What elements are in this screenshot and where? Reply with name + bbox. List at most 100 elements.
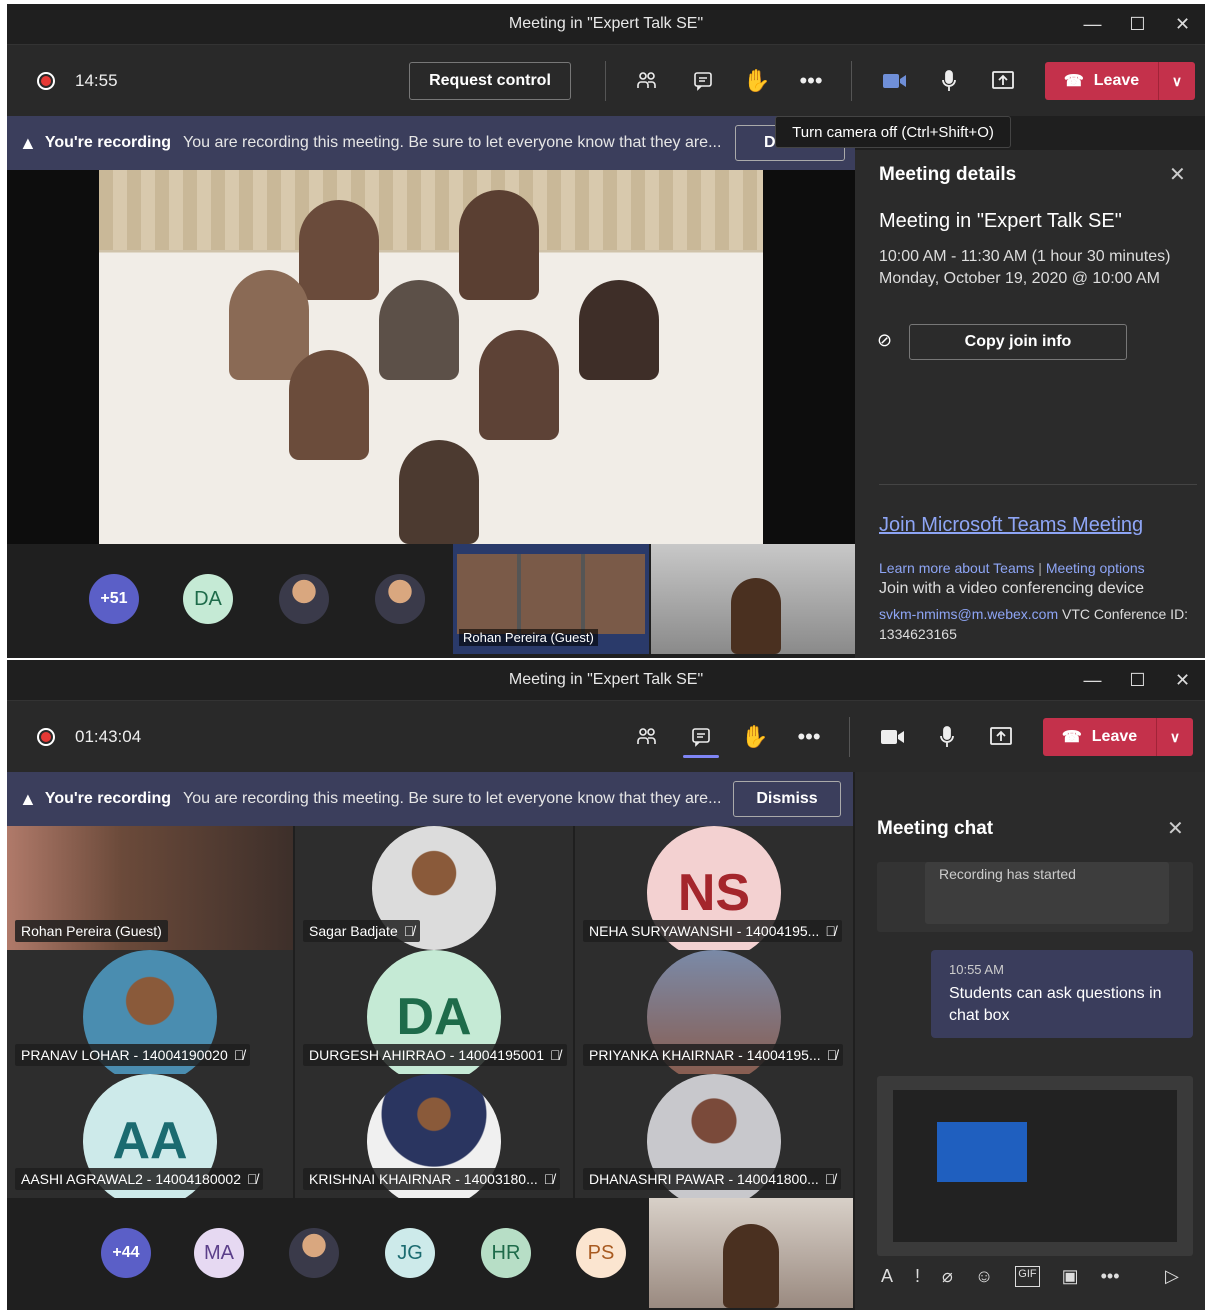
close-icon[interactable]: ✕ bbox=[1167, 816, 1184, 841]
raise-hand-icon[interactable]: ✋ bbox=[741, 65, 773, 97]
title-bar: Meeting in "Expert Talk SE" — ☐ ✕ bbox=[7, 660, 1205, 700]
avatar[interactable]: PS bbox=[576, 1228, 626, 1278]
format-icon[interactable]: A bbox=[881, 1266, 893, 1287]
screen-share-tile[interactable]: Rohan Pereira (Guest) bbox=[453, 544, 649, 654]
attach-icon[interactable]: ⌀ bbox=[942, 1266, 953, 1287]
close-icon[interactable]: ✕ bbox=[1160, 660, 1205, 700]
warning-icon: ▲ bbox=[19, 788, 37, 809]
meeting-toolbar: 01:43:04 ✋ ••• ☎ Leave ∨ bbox=[7, 700, 1205, 772]
more-options-icon[interactable]: ••• bbox=[793, 721, 825, 753]
join-teams-link[interactable]: Join Microsoft Teams Meeting bbox=[879, 514, 1143, 537]
more-options-icon[interactable]: ••• bbox=[795, 65, 827, 97]
participant-seat bbox=[459, 190, 539, 300]
chat-icon[interactable] bbox=[687, 65, 719, 97]
participants-icon[interactable] bbox=[631, 721, 663, 753]
webex-email-link[interactable]: svkm-nmims@m.webex.com bbox=[879, 606, 1058, 622]
video-tile[interactable]: KRISHNAI KHAIRNAR - 14003180... 🎙̸ bbox=[295, 1074, 573, 1198]
video-tile[interactable]: PRANAV LOHAR - 14004190020 🎙̸ bbox=[7, 950, 293, 1074]
window-title: Meeting in "Expert Talk SE" bbox=[508, 671, 704, 688]
leave-button[interactable]: ☎ Leave ∨ bbox=[1043, 718, 1193, 756]
gif-icon[interactable]: GIF bbox=[1015, 1266, 1040, 1287]
title-bar: Meeting in "Expert Talk SE" — ☐ ✕ bbox=[7, 4, 1205, 44]
participant-seat bbox=[229, 270, 309, 380]
compose-toolbar: A ! ⌀ ☺ GIF ▣ ••• bbox=[881, 1266, 1120, 1287]
learn-more-link[interactable]: Learn more about Teams bbox=[879, 560, 1034, 576]
sticker-icon[interactable]: ▣ bbox=[1062, 1266, 1079, 1287]
participant-seat bbox=[479, 330, 559, 440]
important-icon[interactable]: ! bbox=[915, 1266, 920, 1287]
teams-window-chat: Meeting in "Expert Talk SE" — ☐ ✕ 01:43:… bbox=[7, 660, 1205, 1310]
camera-tooltip: Turn camera off (Ctrl+Shift+O) bbox=[775, 116, 1011, 148]
raise-hand-icon[interactable]: ✋ bbox=[739, 721, 771, 753]
leave-button[interactable]: ☎ Leave ∨ bbox=[1045, 62, 1195, 100]
video-tile[interactable]: Sagar Badjate 🎙̸ bbox=[295, 826, 573, 950]
participants-icon[interactable] bbox=[631, 65, 663, 97]
vtc-id: 1334623165 bbox=[879, 626, 957, 642]
video-tile[interactable]: Rohan Pereira (Guest) bbox=[7, 826, 293, 950]
share-screen-icon[interactable] bbox=[987, 65, 1019, 97]
meeting-time: 10:00 AM - 11:30 AM (1 hour 30 minutes) bbox=[879, 248, 1171, 265]
minimize-icon[interactable]: — bbox=[1070, 4, 1115, 44]
avatar[interactable]: MA bbox=[194, 1228, 244, 1278]
participant-strip: +44 MA JG HR PS bbox=[7, 1198, 853, 1308]
main-video-stage bbox=[7, 170, 855, 544]
mic-muted-icon: 🎙̸ bbox=[826, 1047, 838, 1063]
avatar[interactable] bbox=[289, 1228, 339, 1278]
more-options-icon[interactable]: ••• bbox=[1101, 1266, 1120, 1287]
teams-window-details: Meeting in "Expert Talk SE" — ☐ ✕ 14:55 … bbox=[7, 4, 1205, 658]
participant-strip: +51 DA Rohan Pereira (Guest) bbox=[7, 544, 855, 654]
more-participants-avatar[interactable]: +51 bbox=[89, 574, 139, 624]
send-icon[interactable]: ▷ bbox=[1165, 1266, 1179, 1287]
dismiss-button[interactable]: Dismiss bbox=[733, 781, 841, 817]
video-tile[interactable]: NS NEHA SURYAWANSHI - 14004195... 🎙̸ bbox=[575, 826, 853, 950]
system-message-card: Recording has started bbox=[877, 862, 1193, 932]
meeting-title: Meeting in "Expert Talk SE" bbox=[879, 210, 1122, 232]
avatar[interactable] bbox=[375, 574, 425, 624]
meeting-options-link[interactable]: Meeting options bbox=[1046, 560, 1145, 576]
phone-hangup-icon: ☎ bbox=[1061, 729, 1082, 746]
maximize-icon[interactable]: ☐ bbox=[1115, 660, 1160, 700]
participant-seat bbox=[299, 200, 379, 300]
mic-muted-icon: 🎙̸ bbox=[543, 1171, 555, 1187]
video-tile[interactable]: AA AASHI AGRAWAL2 - 14004180002 🎙̸ bbox=[7, 1074, 293, 1198]
emoji-icon[interactable]: ☺ bbox=[975, 1266, 993, 1287]
close-icon[interactable]: ✕ bbox=[1160, 4, 1205, 44]
mic-muted-icon: 🎙̸ bbox=[246, 1171, 258, 1187]
minimize-icon[interactable]: — bbox=[1070, 660, 1115, 700]
copy-join-info-button[interactable]: Copy join info bbox=[909, 324, 1127, 360]
avatar[interactable]: JG bbox=[385, 1228, 435, 1278]
share-screen-icon[interactable] bbox=[985, 721, 1017, 753]
avatar[interactable] bbox=[279, 574, 329, 624]
video-tile[interactable]: DA DURGESH AHIRRAO - 14004195001 🎙̸ bbox=[295, 950, 573, 1074]
recording-icon bbox=[37, 71, 55, 90]
mic-muted-icon: 🎙̸ bbox=[403, 923, 415, 939]
more-participants-avatar[interactable]: +44 bbox=[101, 1228, 151, 1278]
avatar[interactable]: DA bbox=[183, 574, 233, 624]
participant-seat bbox=[289, 350, 369, 460]
maximize-icon[interactable]: ☐ bbox=[1115, 4, 1160, 44]
recording-banner: ▲ You're recording You are recording thi… bbox=[7, 772, 853, 826]
toolbar-divider bbox=[605, 61, 606, 101]
mic-muted-icon: 🎙̸ bbox=[824, 1171, 836, 1187]
chat-image-attachment[interactable] bbox=[877, 1076, 1193, 1256]
phone-hangup-icon: ☎ bbox=[1063, 73, 1084, 90]
panel-title: Meeting chat bbox=[877, 818, 994, 839]
video-tile[interactable]: PRIYANKA KHAIRNAR - 14004195... 🎙̸ bbox=[575, 950, 853, 1074]
chevron-down-icon[interactable]: ∨ bbox=[1157, 729, 1193, 746]
video-tile[interactable]: DHANASHRI PAWAR - 140041800... 🎙̸ bbox=[575, 1074, 853, 1198]
request-control-button[interactable]: Request control bbox=[409, 62, 571, 100]
chat-icon[interactable] bbox=[685, 721, 717, 753]
video-tile[interactable] bbox=[651, 544, 855, 654]
camera-icon[interactable] bbox=[877, 721, 909, 753]
close-icon[interactable]: ✕ bbox=[1169, 162, 1186, 187]
mic-muted-icon: 🎙̸ bbox=[233, 1047, 245, 1063]
camera-icon[interactable] bbox=[879, 65, 911, 97]
active-tab-indicator bbox=[683, 755, 719, 758]
microphone-icon[interactable] bbox=[931, 721, 963, 753]
meeting-timer: 14:55 bbox=[75, 70, 118, 90]
microphone-icon[interactable] bbox=[933, 65, 965, 97]
video-tile[interactable] bbox=[649, 1198, 853, 1308]
chevron-down-icon[interactable]: ∨ bbox=[1159, 73, 1195, 90]
meeting-timer: 01:43:04 bbox=[75, 726, 142, 746]
avatar[interactable]: HR bbox=[481, 1228, 531, 1278]
